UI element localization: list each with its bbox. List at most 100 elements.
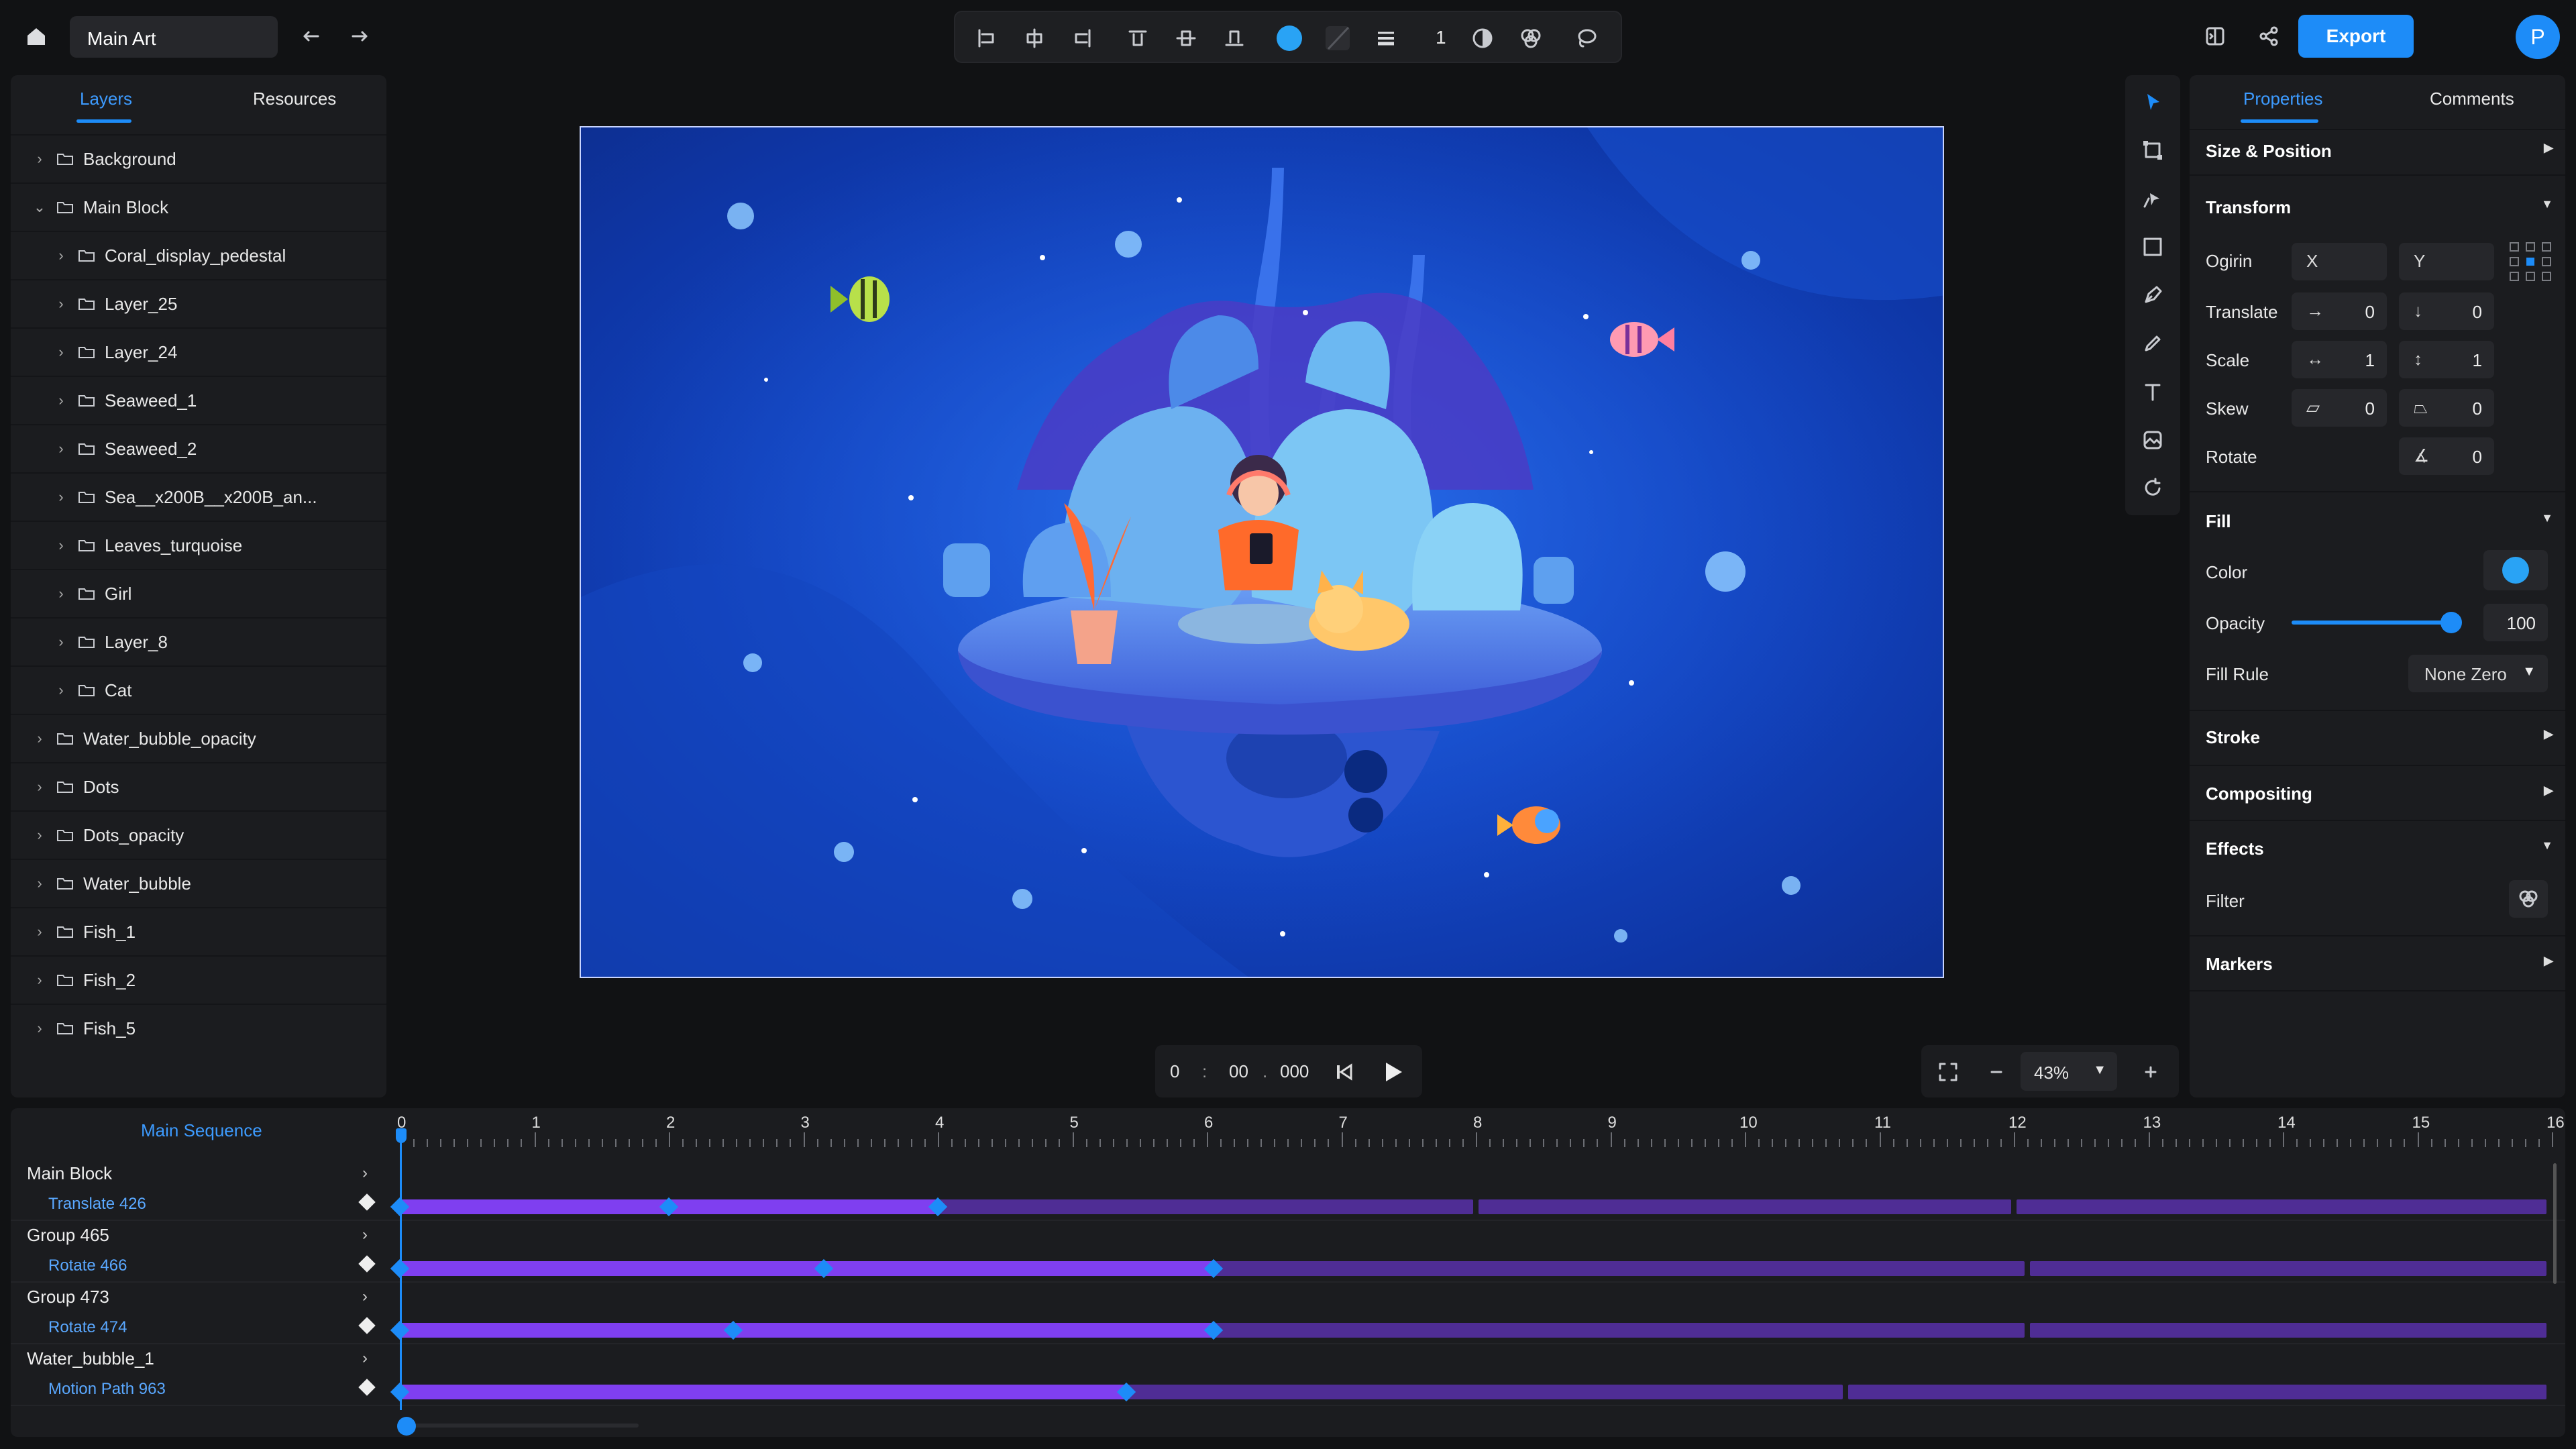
select-tool[interactable]: [2129, 78, 2177, 126]
chevron-right-icon[interactable]: ›: [362, 1349, 368, 1368]
chevron-right-icon[interactable]: ›: [52, 343, 70, 361]
tab-properties[interactable]: Properties: [2243, 89, 2323, 109]
stroke-width-button[interactable]: [1362, 14, 1410, 62]
chevron-right-icon[interactable]: ›: [31, 150, 48, 168]
keyframe-toggle-icon[interactable]: [358, 1317, 376, 1334]
mask-button[interactable]: [1458, 14, 1507, 62]
document-name[interactable]: Main Art: [70, 16, 278, 58]
chevron-right-icon[interactable]: ›: [362, 1164, 368, 1183]
translate-x-field[interactable]: → 0: [2292, 292, 2387, 330]
chevron-right-icon[interactable]: ›: [31, 923, 48, 941]
lasso-button[interactable]: [1562, 14, 1610, 62]
layer-row[interactable]: › Girl: [11, 569, 386, 617]
align-bottom-button[interactable]: [1210, 14, 1258, 62]
animation-segment[interactable]: [2030, 1261, 2546, 1276]
chevron-right-icon[interactable]: ›: [52, 440, 70, 458]
track-group-row[interactable]: Water_bubble_1 ›: [11, 1343, 386, 1374]
layer-row[interactable]: › Seaweed_2: [11, 424, 386, 472]
tab-layers[interactable]: Layers: [80, 89, 132, 109]
play-button[interactable]: [1368, 1048, 1417, 1096]
layer-row[interactable]: › Fish_2: [11, 955, 386, 1004]
chevron-right-icon[interactable]: ›: [31, 1020, 48, 1037]
horizontal-scrollbar-track[interactable]: [404, 1424, 639, 1428]
origin-x-field[interactable]: X: [2292, 243, 2387, 280]
layer-row[interactable]: › Seaweed_1: [11, 376, 386, 424]
keyframe-toggle-icon[interactable]: [358, 1379, 376, 1396]
animation-segment[interactable]: [1848, 1385, 2546, 1399]
chevron-right-icon[interactable]: ›: [31, 778, 48, 796]
chevron-right-icon[interactable]: ›: [52, 392, 70, 409]
redo-button[interactable]: [335, 12, 384, 60]
layer-row[interactable]: › Layer_8: [11, 617, 386, 665]
animation-segment[interactable]: [400, 1385, 1126, 1399]
align-middle-button[interactable]: [1162, 14, 1210, 62]
layer-row[interactable]: › Dots_opacity: [11, 810, 386, 859]
origin-grid-icon[interactable]: [2508, 240, 2556, 284]
playhead-handle[interactable]: [396, 1128, 407, 1143]
section-markers[interactable]: Markers ▶: [2190, 954, 2565, 975]
user-avatar[interactable]: P: [2516, 15, 2560, 59]
animation-segment[interactable]: [1479, 1199, 2011, 1214]
track-property-row[interactable]: Rotate 474: [11, 1312, 386, 1343]
fit-screen-button[interactable]: [1924, 1048, 1972, 1096]
time-ruler[interactable]: 0 1 2 3 4 5 6 7 8 9 10 11 12 13 14 15 16: [397, 1108, 2565, 1148]
shape-tool[interactable]: [2129, 223, 2177, 271]
animation-segment[interactable]: [1214, 1261, 2025, 1276]
align-right-button[interactable]: [1059, 14, 1107, 62]
layer-row[interactable]: › Water_bubble: [11, 859, 386, 907]
stroke-color-button[interactable]: [1313, 14, 1362, 62]
pen-tool[interactable]: [2129, 271, 2177, 319]
layer-row[interactable]: › Dots: [11, 762, 386, 810]
track-group-row[interactable]: Group 465 ›: [11, 1220, 386, 1250]
section-stroke[interactable]: Stroke ▶: [2190, 727, 2565, 748]
track-property-row[interactable]: Rotate 466: [11, 1250, 386, 1281]
export-button[interactable]: Export: [2298, 15, 2414, 58]
layer-row[interactable]: ⌄ Main Block: [11, 182, 386, 231]
time-milliseconds[interactable]: 000: [1280, 1061, 1309, 1082]
zoom-select[interactable]: 43% ▼: [2021, 1052, 2117, 1091]
align-top-button[interactable]: [1114, 14, 1162, 62]
rotate-field[interactable]: ∡ 0: [2399, 437, 2494, 475]
fill-color-picker[interactable]: [2483, 550, 2548, 590]
sequence-name[interactable]: Main Sequence: [141, 1120, 262, 1141]
track-property-row[interactable]: Motion Path 963: [11, 1374, 386, 1405]
share-button[interactable]: [2245, 12, 2293, 60]
tab-resources[interactable]: Resources: [253, 89, 336, 109]
opacity-slider-thumb[interactable]: [2440, 612, 2462, 633]
section-fill[interactable]: Fill ▼: [2190, 511, 2565, 532]
chevron-right-icon[interactable]: ›: [52, 247, 70, 264]
section-effects[interactable]: Effects ▼: [2190, 839, 2565, 859]
transform-tool[interactable]: [2129, 126, 2177, 174]
horizontal-scrollbar-thumb[interactable]: [397, 1417, 416, 1436]
section-compositing[interactable]: Compositing ▶: [2190, 784, 2565, 804]
chevron-right-icon[interactable]: ›: [52, 295, 70, 313]
home-button[interactable]: [12, 12, 60, 60]
fill-rule-select[interactable]: None Zero ▼: [2408, 655, 2548, 692]
layer-row[interactable]: › Leaves_turquoise: [11, 521, 386, 569]
origin-y-field[interactable]: Y: [2399, 243, 2494, 280]
skew-x-field[interactable]: ▱ 0: [2292, 389, 2387, 427]
animation-segment[interactable]: [2030, 1323, 2546, 1338]
rotate-tool[interactable]: [2129, 464, 2177, 513]
opacity-slider-track[interactable]: [2292, 621, 2451, 625]
opacity-field[interactable]: 100: [2483, 604, 2548, 641]
go-to-start-button[interactable]: [1320, 1048, 1368, 1096]
skew-y-field[interactable]: ⏢ 0: [2399, 389, 2494, 427]
time-minutes[interactable]: 0: [1170, 1061, 1179, 1082]
section-transform[interactable]: Transform ▼: [2190, 197, 2565, 218]
chevron-down-icon[interactable]: ⌄: [31, 199, 48, 216]
animation-segment[interactable]: [2017, 1199, 2546, 1214]
chevron-right-icon[interactable]: ›: [362, 1226, 368, 1244]
layer-row[interactable]: › Layer_25: [11, 279, 386, 327]
layer-row[interactable]: › Cat: [11, 665, 386, 714]
animation-segment[interactable]: [400, 1323, 1214, 1338]
node-tool[interactable]: [2129, 174, 2177, 223]
layer-row[interactable]: › Water_bubble_opacity: [11, 714, 386, 762]
stroke-width-value[interactable]: 1: [1436, 27, 1446, 48]
align-left-button[interactable]: [962, 14, 1010, 62]
chevron-right-icon[interactable]: ›: [362, 1287, 368, 1306]
layer-row[interactable]: › Layer_24: [11, 327, 386, 376]
chevron-right-icon[interactable]: ›: [31, 971, 48, 989]
chevron-right-icon[interactable]: ›: [52, 488, 70, 506]
scale-x-field[interactable]: ↔ 1: [2292, 341, 2387, 378]
